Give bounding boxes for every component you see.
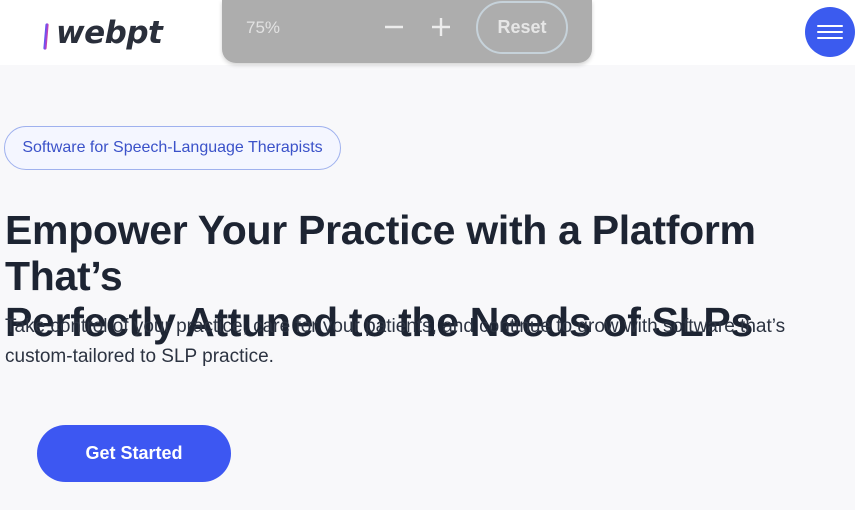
headline-line-1: Empower Your Practice with a Platform Th… bbox=[5, 207, 756, 299]
category-tag[interactable]: Software for Speech-Language Therapists bbox=[4, 126, 341, 170]
zoom-in-button[interactable] bbox=[424, 10, 458, 44]
plus-icon bbox=[432, 18, 450, 36]
logo-mark-icon bbox=[22, 16, 49, 50]
subtext-line-2: custom-tailored to SLP practice. bbox=[5, 346, 274, 367]
subtext-line-1: Take control of your practice, care for … bbox=[5, 316, 786, 337]
zoom-level: 75% bbox=[246, 18, 281, 37]
menu-button[interactable] bbox=[805, 7, 855, 57]
hero-subtext: Take control of your practice, care for … bbox=[5, 312, 855, 372]
get-started-button[interactable]: Get Started bbox=[37, 425, 231, 482]
zoom-out-button[interactable] bbox=[377, 10, 411, 44]
webpt-logo[interactable]: webpt bbox=[20, 14, 163, 52]
reset-button[interactable]: Reset bbox=[476, 1, 568, 54]
zoom-toolbar: 75% Reset bbox=[222, 0, 592, 63]
minus-icon bbox=[385, 25, 403, 29]
logo-text: webpt bbox=[56, 14, 163, 51]
hamburger-icon bbox=[817, 21, 843, 43]
